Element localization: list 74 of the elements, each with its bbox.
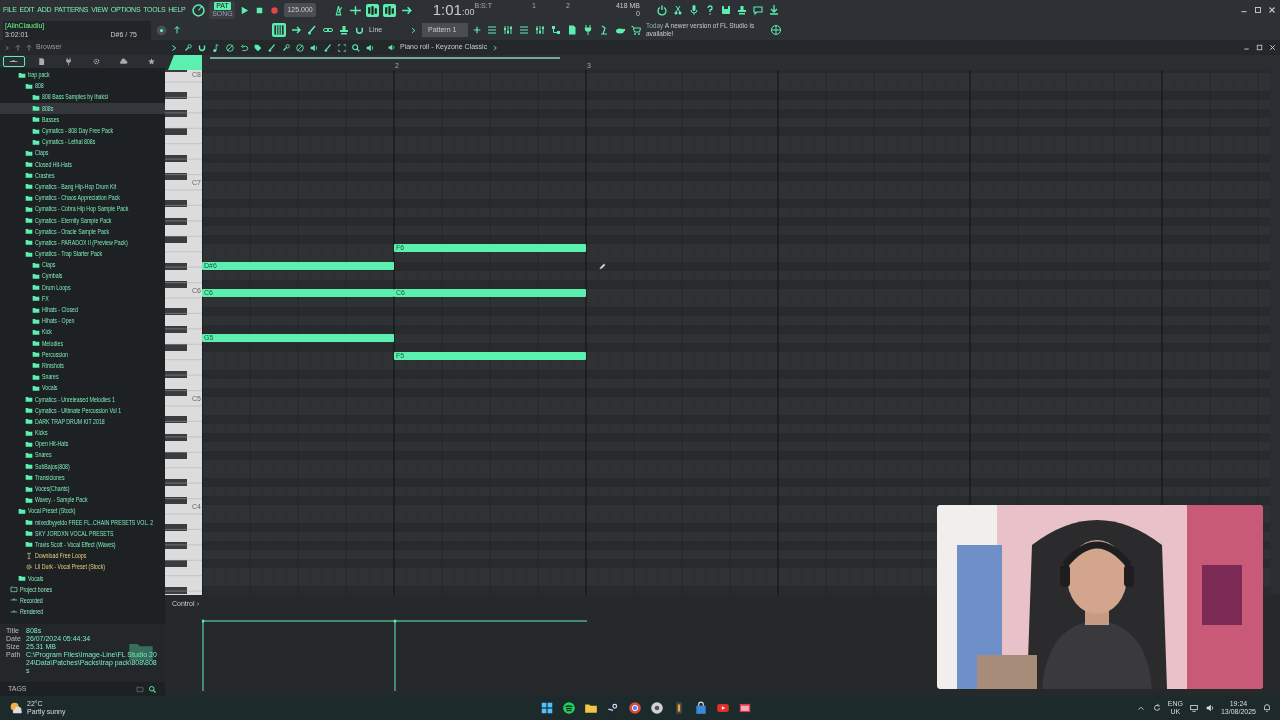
wrench-icon[interactable] — [183, 42, 193, 53]
globe-icon[interactable] — [770, 24, 782, 36]
sliders-icon[interactable] — [502, 24, 514, 36]
note-icon[interactable] — [211, 42, 221, 53]
scrollbar[interactable] — [210, 57, 560, 59]
chat-icon[interactable] — [752, 4, 764, 16]
gear-icon[interactable] — [91, 57, 101, 66]
note-grid[interactable] — [202, 70, 1270, 595]
weather-icon[interactable] — [8, 700, 24, 716]
time-sub: :00 — [461, 7, 475, 18]
piano-keys-drawing[interactable] — [165, 70, 202, 595]
search-icon[interactable] — [148, 684, 157, 694]
mute-icon[interactable] — [309, 42, 319, 53]
stripes-circle-icon[interactable] — [562, 701, 576, 715]
plug-icon[interactable] — [582, 24, 594, 36]
playlist-icon[interactable] — [486, 24, 498, 36]
start-icon[interactable] — [540, 701, 554, 715]
lamp-icon[interactable] — [598, 24, 610, 36]
close-icon[interactable] — [1268, 43, 1277, 52]
chevron-icon[interactable] — [409, 25, 418, 35]
text-cursor-icon — [25, 551, 33, 560]
notification-icon[interactable] — [1262, 703, 1272, 713]
download-icon[interactable] — [768, 4, 780, 16]
steam-circle-icon[interactable] — [606, 701, 620, 715]
save-icon[interactable] — [720, 4, 732, 16]
cart-icon[interactable] — [630, 24, 642, 36]
maximize-icon[interactable] — [1253, 5, 1263, 15]
volume-icon[interactable] — [1204, 703, 1215, 713]
scissors-icon[interactable] — [672, 4, 684, 16]
maximize-icon[interactable] — [1255, 43, 1264, 52]
plug-icon[interactable] — [64, 57, 74, 66]
chevron-icon[interactable] — [3, 43, 11, 52]
stamp-icon[interactable] — [338, 24, 350, 36]
bag-icon[interactable] — [694, 701, 708, 715]
add-icon[interactable] — [472, 25, 482, 35]
sync-icon[interactable] — [1151, 703, 1162, 713]
zoom-icon[interactable] — [351, 42, 361, 53]
window-icon[interactable] — [738, 701, 752, 715]
volume-knob-icon[interactable] — [192, 3, 206, 17]
page-icon[interactable] — [566, 24, 578, 36]
undo-icon[interactable] — [239, 42, 249, 53]
pitch-knob-icon[interactable] — [155, 23, 168, 37]
chevron-icon[interactable] — [491, 43, 500, 52]
speaker-icon[interactable] — [365, 42, 375, 53]
close-icon[interactable] — [1267, 5, 1277, 15]
microphone-icon[interactable] — [688, 4, 700, 16]
mixer-icon[interactable] — [534, 24, 546, 36]
page-icon[interactable] — [36, 57, 46, 66]
help-icon[interactable] — [704, 4, 716, 16]
arrow-icon[interactable] — [290, 24, 302, 36]
play-icon[interactable] — [239, 4, 251, 16]
wrench-icon[interactable] — [281, 42, 291, 53]
brush-icon[interactable] — [306, 24, 318, 36]
select-icon[interactable] — [337, 42, 347, 53]
disable-icon[interactable] — [295, 42, 305, 53]
gear-icon — [25, 562, 33, 571]
list-icon[interactable] — [518, 24, 530, 36]
cloud-icon[interactable] — [119, 57, 129, 66]
power-icon[interactable] — [656, 4, 668, 16]
tag-icon[interactable] — [253, 42, 263, 53]
brush-icon[interactable] — [267, 42, 277, 53]
display-icon[interactable] — [1188, 703, 1199, 713]
disc-icon[interactable] — [650, 701, 664, 715]
star-icon[interactable] — [146, 57, 156, 66]
time-main: 1:01 — [432, 2, 462, 18]
arrow-up-icon[interactable] — [172, 25, 182, 35]
browser-tab[interactable] — [2, 56, 25, 67]
ring-icon[interactable] — [628, 701, 642, 715]
chevron-icon[interactable] — [169, 42, 179, 53]
play-icon[interactable] — [716, 701, 730, 715]
chevron-icon[interactable] — [194, 601, 201, 607]
piano-icon[interactable] — [272, 23, 286, 37]
speaker-icon[interactable] — [387, 43, 396, 52]
tree-icon[interactable] — [550, 24, 562, 36]
